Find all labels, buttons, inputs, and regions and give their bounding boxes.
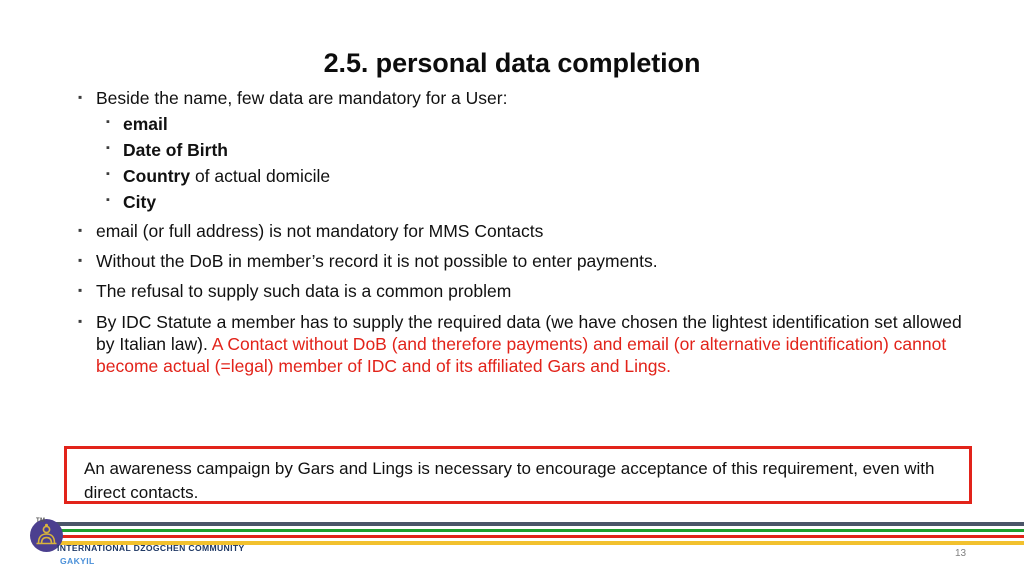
bullet-item-0: ▪ Beside the name, few data are mandator… xyxy=(78,87,978,109)
stripe-slate xyxy=(56,522,1024,526)
bullet-item-2: ▪ Without the DoB in member’s record it … xyxy=(78,250,978,272)
bullet-text-0: Beside the name, few data are mandatory … xyxy=(96,88,508,108)
sub-bullet-label-1: Date of Birth xyxy=(123,140,228,161)
bullet-item-3: ▪ The refusal to supply such data is a c… xyxy=(78,280,978,302)
square-bullet-icon: ▪ xyxy=(106,116,110,129)
stripe-green xyxy=(56,529,1024,532)
sub-bullet-item-3: ▪ City xyxy=(106,191,978,213)
bullet-text-1: email (or full address) is not mandatory… xyxy=(96,221,544,242)
sub-bullet-item-1: ▪ Date of Birth xyxy=(106,139,978,161)
trademark-mark: TM xyxy=(36,518,46,524)
sub-bullet-item-2: ▪ Country of actual domicile xyxy=(106,165,978,187)
bullet-text-2: Without the DoB in member’s record it is… xyxy=(96,251,658,272)
footer-department-name: GAKYIL xyxy=(60,556,95,566)
square-bullet-icon: ▪ xyxy=(78,223,83,238)
square-bullet-icon: ▪ xyxy=(106,168,110,181)
bullet-text-3: The refusal to supply such data is a com… xyxy=(96,281,512,302)
slide-canvas: 2.5. personal data completion ▪ Beside t… xyxy=(0,0,1024,576)
page-number: 13 xyxy=(955,548,967,559)
sub-bullet-item-0: ▪ email xyxy=(106,113,978,135)
footer-stripe-group xyxy=(56,516,1024,545)
awareness-callout-box: An awareness campaign by Gars and Lings … xyxy=(64,446,972,504)
sub-bullet-list: ▪ email ▪ Date of Birth ▪ Country of act… xyxy=(78,113,978,213)
bullet-item-statute: ▪ By IDC Statute a member has to supply … xyxy=(78,311,978,377)
bullet-item-1: ▪ email (or full address) is not mandato… xyxy=(78,220,978,242)
square-bullet-icon: ▪ xyxy=(78,314,83,329)
sub-bullet-label-2: Country of actual domicile xyxy=(123,166,331,187)
square-bullet-icon: ▪ xyxy=(106,194,110,207)
statute-red-warning: A Contact without DoB (and therefore pay… xyxy=(96,334,947,377)
square-bullet-icon: ▪ xyxy=(78,253,83,268)
footer-organization-name: INTERNATIONAL DZOGCHEN COMMUNITY xyxy=(57,543,245,553)
sub-bullet-label-3: City xyxy=(123,192,157,213)
stripe-red xyxy=(56,535,1024,538)
sub-bullet-label-0: email xyxy=(123,114,168,135)
slide-body: ▪ Beside the name, few data are mandator… xyxy=(78,87,978,386)
square-bullet-icon: ▪ xyxy=(78,90,83,104)
statute-paragraph: By IDC Statute a member has to supply th… xyxy=(96,311,978,377)
page-title: 2.5. personal data completion xyxy=(323,48,701,78)
square-bullet-icon: ▪ xyxy=(106,142,110,155)
callout-text: An awareness campaign by Gars and Lings … xyxy=(84,459,935,503)
square-bullet-icon: ▪ xyxy=(78,283,83,298)
